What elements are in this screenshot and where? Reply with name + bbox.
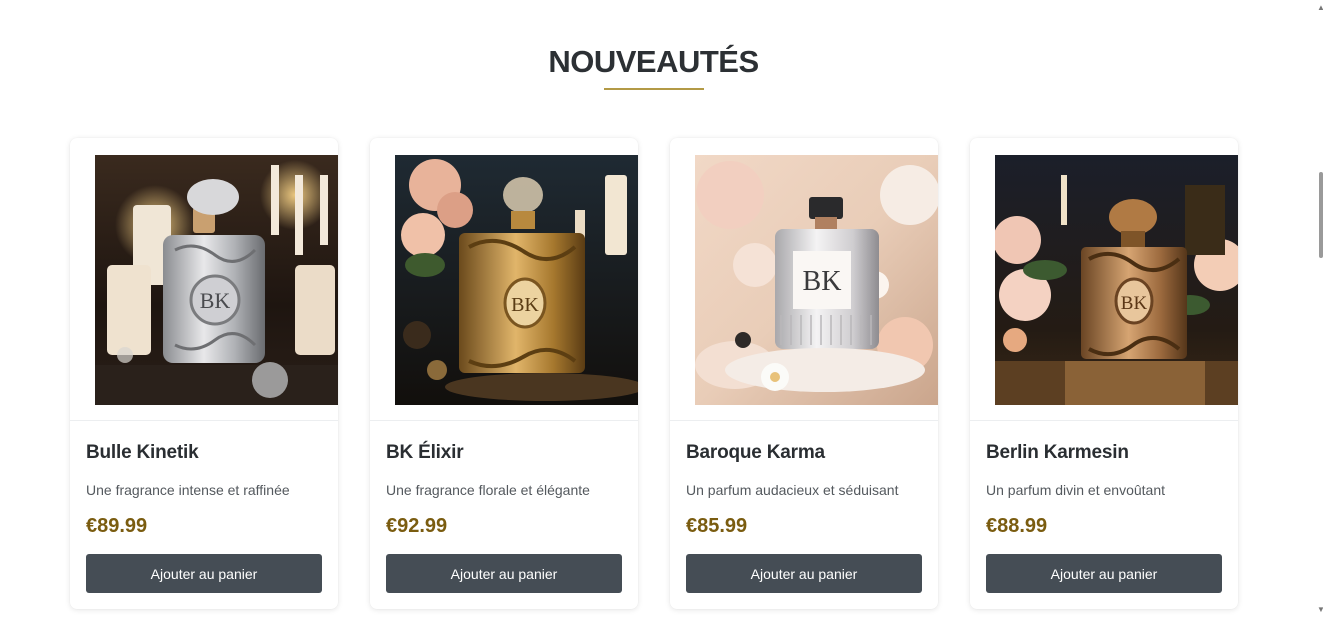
product-name: BK Élixir [386,442,464,463]
product-image-container: BK [70,138,338,421]
perfume-image[interactable]: BK [695,155,938,405]
product-grid: BK Bulle Kinetik Une fragrance intense e… [70,138,1238,610]
add-to-cart-button[interactable]: Ajouter au panier [86,554,322,593]
product-card: BK Berlin Karmesin Un parfum divin et en… [970,138,1238,609]
product-name: Bulle Kinetik [86,442,199,463]
bk-logo-text: BK [1121,293,1148,314]
scroll-down-arrow-icon[interactable]: ▼ [1317,606,1323,614]
product-name: Berlin Karmesin [986,442,1129,463]
product-card: BK Bulle Kinetik Une fragrance intense e… [70,138,338,609]
product-image-container: BK [370,138,638,421]
perfume-image[interactable]: BK [395,155,638,405]
product-price: €89.99 [86,515,148,537]
product-price: €85.99 [686,515,748,537]
perfume-image[interactable]: BK [995,155,1238,405]
scrollbar-thumb[interactable] [1319,172,1323,258]
bk-logo-text: BK [803,266,842,297]
product-description: Une fragrance florale et élégante [386,482,590,498]
add-to-cart-button[interactable]: Ajouter au panier [686,554,922,593]
bk-logo-text: BK [200,288,231,313]
add-to-cart-button[interactable]: Ajouter au panier [986,554,1222,593]
vertical-scrollbar[interactable]: ▲ ▼ [1317,0,1323,621]
product-price: €88.99 [986,515,1048,537]
product-price: €92.99 [386,515,448,537]
product-card: BK BK Élixir Une fragrance florale et él… [370,138,638,609]
product-name: Baroque Karma [686,442,825,463]
bk-logo-text: BK [511,294,539,316]
add-to-cart-button[interactable]: Ajouter au panier [386,554,622,593]
title-underline [604,88,704,90]
product-image-container: BK [670,138,938,421]
product-image-container: BK [970,138,1238,421]
scroll-up-arrow-icon[interactable]: ▲ [1317,4,1323,12]
product-description: Un parfum audacieux et séduisant [686,482,899,498]
section-title: NOUVEAUTÉS [548,44,759,79]
product-description: Une fragrance intense et raffinée [86,482,290,498]
product-card: BK Baroque Karma Un parfum audacieux et … [670,138,938,609]
product-description: Un parfum divin et envoûtant [986,482,1165,498]
perfume-image[interactable]: BK [95,155,338,405]
